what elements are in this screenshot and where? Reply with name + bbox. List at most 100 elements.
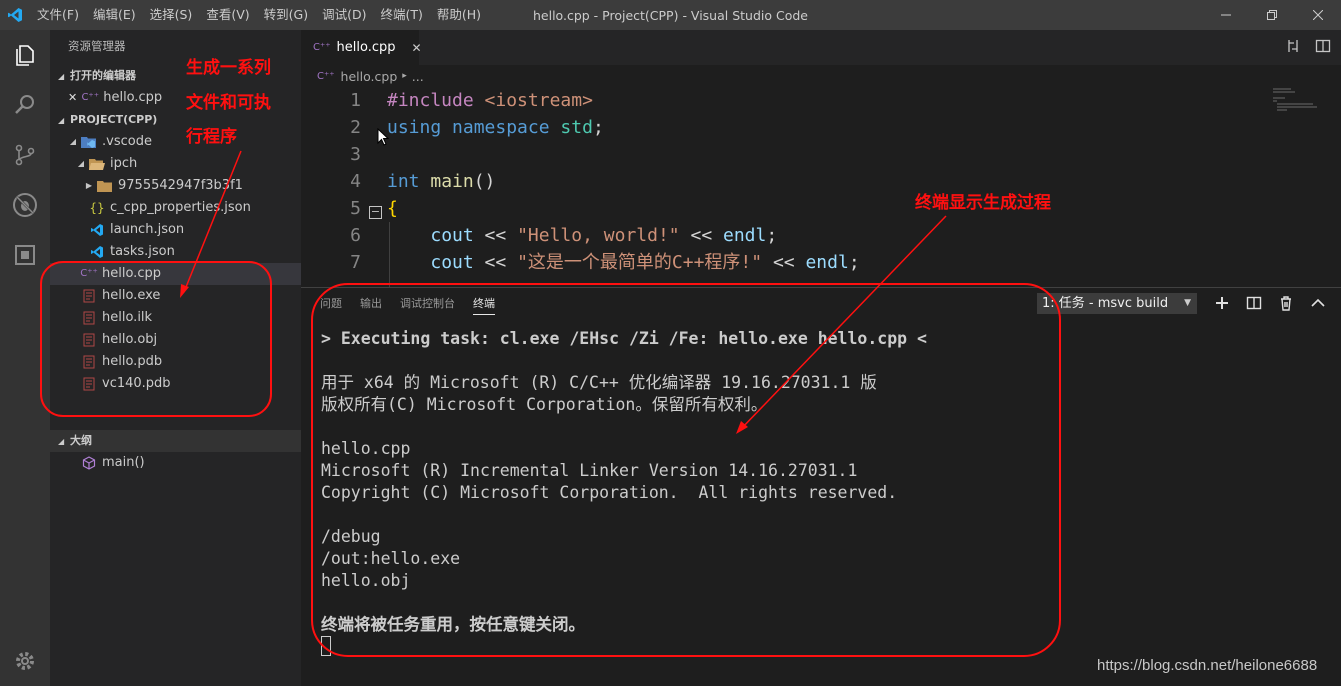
tab-problems[interactable]: 问题 <box>320 294 342 315</box>
tree-file-tasks[interactable]: tasks.json <box>50 241 301 263</box>
menu-selection[interactable]: 选择(S) <box>143 0 200 30</box>
editor-tabs: C⁺⁺ hello.cpp ✕ <box>301 30 1341 65</box>
code-token: #include <box>387 90 474 111</box>
tree-file-hello-cpp[interactable]: C⁺⁺ hello.cpp <box>50 263 301 285</box>
watermark: https://blog.csdn.net/heilone6688 <box>1097 657 1318 674</box>
binary-file-icon <box>80 354 98 370</box>
close-tab-icon[interactable]: ✕ <box>412 41 422 55</box>
breadcrumb-more[interactable]: ... <box>412 69 424 84</box>
terminal-line: 版权所有(C) Microsoft Corporation。保留所有权利。 <box>321 395 768 414</box>
bottom-panel: 问题 输出 调试控制台 终端 1: 任务 - msvc build ▼ > Ex… <box>301 287 1341 686</box>
vscode-folder-icon <box>80 134 98 150</box>
search-icon[interactable] <box>0 80 50 130</box>
file-label: hello.ilk <box>102 310 153 325</box>
code-token: << <box>473 252 518 273</box>
file-label: hello.pdb <box>102 354 163 369</box>
code-token: "Hello, world!" <box>517 225 680 246</box>
menu-go[interactable]: 转到(G) <box>257 0 315 30</box>
tree-file-launch[interactable]: launch.json <box>50 219 301 241</box>
code-text: int main() <box>387 168 495 195</box>
tree-file-c-cpp-properties[interactable]: {} c_cpp_properties.json <box>50 197 301 219</box>
code-line[interactable]: 1 #include <iostream> <box>301 87 1341 114</box>
tree-folder-ipch[interactable]: ◢ ipch <box>50 153 301 175</box>
terminal-output[interactable]: > Executing task: cl.exe /EHsc /Zi /Fe: … <box>321 328 927 658</box>
tree-file-hello-pdb[interactable]: hello.pdb <box>50 351 301 373</box>
menu-view[interactable]: 查看(V) <box>199 0 256 30</box>
code-line[interactable]: 7 cout << "这是一个最简单的C++程序!" << endl; <box>301 249 1341 276</box>
menu-help[interactable]: 帮助(H) <box>430 0 488 30</box>
close-window-button[interactable] <box>1295 0 1341 30</box>
panel-tabs: 问题 输出 调试控制台 终端 <box>320 294 495 315</box>
terminal-select-value: 1: 任务 - msvc build <box>1042 296 1169 311</box>
code-line[interactable]: 6 cout << "Hello, world!" << endl; <box>301 222 1341 249</box>
minimap[interactable] <box>1273 87 1323 117</box>
maximize-panel-icon[interactable] <box>1309 294 1327 316</box>
tab-output[interactable]: 输出 <box>360 294 382 315</box>
extensions-icon[interactable] <box>0 230 50 280</box>
code-text: cout << "Hello, world!" << endl; <box>387 222 777 249</box>
line-number: 1 <box>350 90 361 111</box>
menu-file[interactable]: 文件(F) <box>30 0 86 30</box>
code-line[interactable]: 5{ <box>301 195 1341 222</box>
tree-file-hello-ilk[interactable]: hello.ilk <box>50 307 301 329</box>
menu-edit[interactable]: 编辑(E) <box>86 0 143 30</box>
tree-folder-vscode[interactable]: ◢ .vscode <box>50 131 301 153</box>
tree-folder-hash[interactable]: ▶ 9755542947f3b3f1 <box>50 175 301 197</box>
outline-header[interactable]: ◢ 大纲 <box>50 430 301 452</box>
line-number: 5 <box>350 198 361 219</box>
code-editor[interactable]: 1 #include <iostream> 2 using namespace std… <box>301 87 1341 287</box>
code-line[interactable]: 3 <box>301 141 1341 168</box>
ipch-folder-label: ipch <box>110 156 138 171</box>
breadcrumb-file[interactable]: hello.cpp <box>341 69 398 84</box>
outline-label: 大纲 <box>70 434 92 447</box>
json-file-icon: {} <box>89 201 105 215</box>
menu-terminal[interactable]: 终端(T) <box>373 0 429 30</box>
line-number: 3 <box>350 144 361 165</box>
open-changes-icon[interactable] <box>1285 38 1301 58</box>
trash-icon[interactable] <box>1277 294 1295 316</box>
annotation-terminal-note: 终端显示生成过程 <box>915 193 1051 213</box>
binary-file-icon <box>80 288 98 304</box>
file-label: tasks.json <box>110 244 175 259</box>
binary-file-icon <box>80 310 98 326</box>
debug-icon[interactable] <box>0 180 50 230</box>
tab-label: hello.cpp <box>336 40 396 55</box>
line-number: 2 <box>350 117 361 138</box>
terminal-select[interactable]: 1: 任务 - msvc build ▼ <box>1037 293 1197 314</box>
split-editor-icon[interactable] <box>1315 38 1331 58</box>
files-icon[interactable] <box>0 30 50 80</box>
code-token: std <box>560 117 593 138</box>
tree-file-hello-exe[interactable]: hello.exe <box>50 285 301 307</box>
terminal-line: /out:hello.exe <box>321 549 461 568</box>
file-label: hello.cpp <box>102 266 161 281</box>
minimize-button[interactable] <box>1203 0 1249 30</box>
code-line[interactable]: 2 using namespace std; <box>301 114 1341 141</box>
menu-debug[interactable]: 调试(D) <box>315 0 373 30</box>
outline-item-label: main() <box>102 455 145 470</box>
outline-item-main[interactable]: main() <box>50 452 301 474</box>
code-token: <iostream> <box>484 90 593 111</box>
tab-terminal[interactable]: 终端 <box>473 294 495 315</box>
restore-button[interactable] <box>1249 0 1295 30</box>
new-terminal-icon[interactable] <box>1213 294 1231 316</box>
fold-icon[interactable]: − <box>369 206 382 219</box>
tab-hello-cpp[interactable]: C⁺⁺ hello.cpp ✕ <box>301 30 422 65</box>
settings-gear-icon[interactable] <box>0 636 50 686</box>
split-terminal-icon[interactable] <box>1245 294 1263 316</box>
code-text: { <box>387 195 398 222</box>
code-token: << <box>762 252 806 273</box>
code-token: << <box>679 225 723 246</box>
source-control-icon[interactable] <box>0 130 50 180</box>
chevron-down-icon: ◢ <box>77 159 85 168</box>
tab-debug-console[interactable]: 调试控制台 <box>400 294 455 315</box>
tree-file-vc140-pdb[interactable]: vc140.pdb <box>50 373 301 395</box>
close-icon[interactable]: ✕ <box>68 87 77 109</box>
menu-bar: 文件(F) 编辑(E) 选择(S) 查看(V) 转到(G) 调试(D) 终端(T… <box>30 0 488 30</box>
annotation-line-1: 生成一系列 <box>186 58 271 78</box>
tree-file-hello-obj[interactable]: hello.obj <box>50 329 301 351</box>
vscode-logo-icon <box>0 0 30 30</box>
code-line[interactable]: 4 int main() <box>301 168 1341 195</box>
